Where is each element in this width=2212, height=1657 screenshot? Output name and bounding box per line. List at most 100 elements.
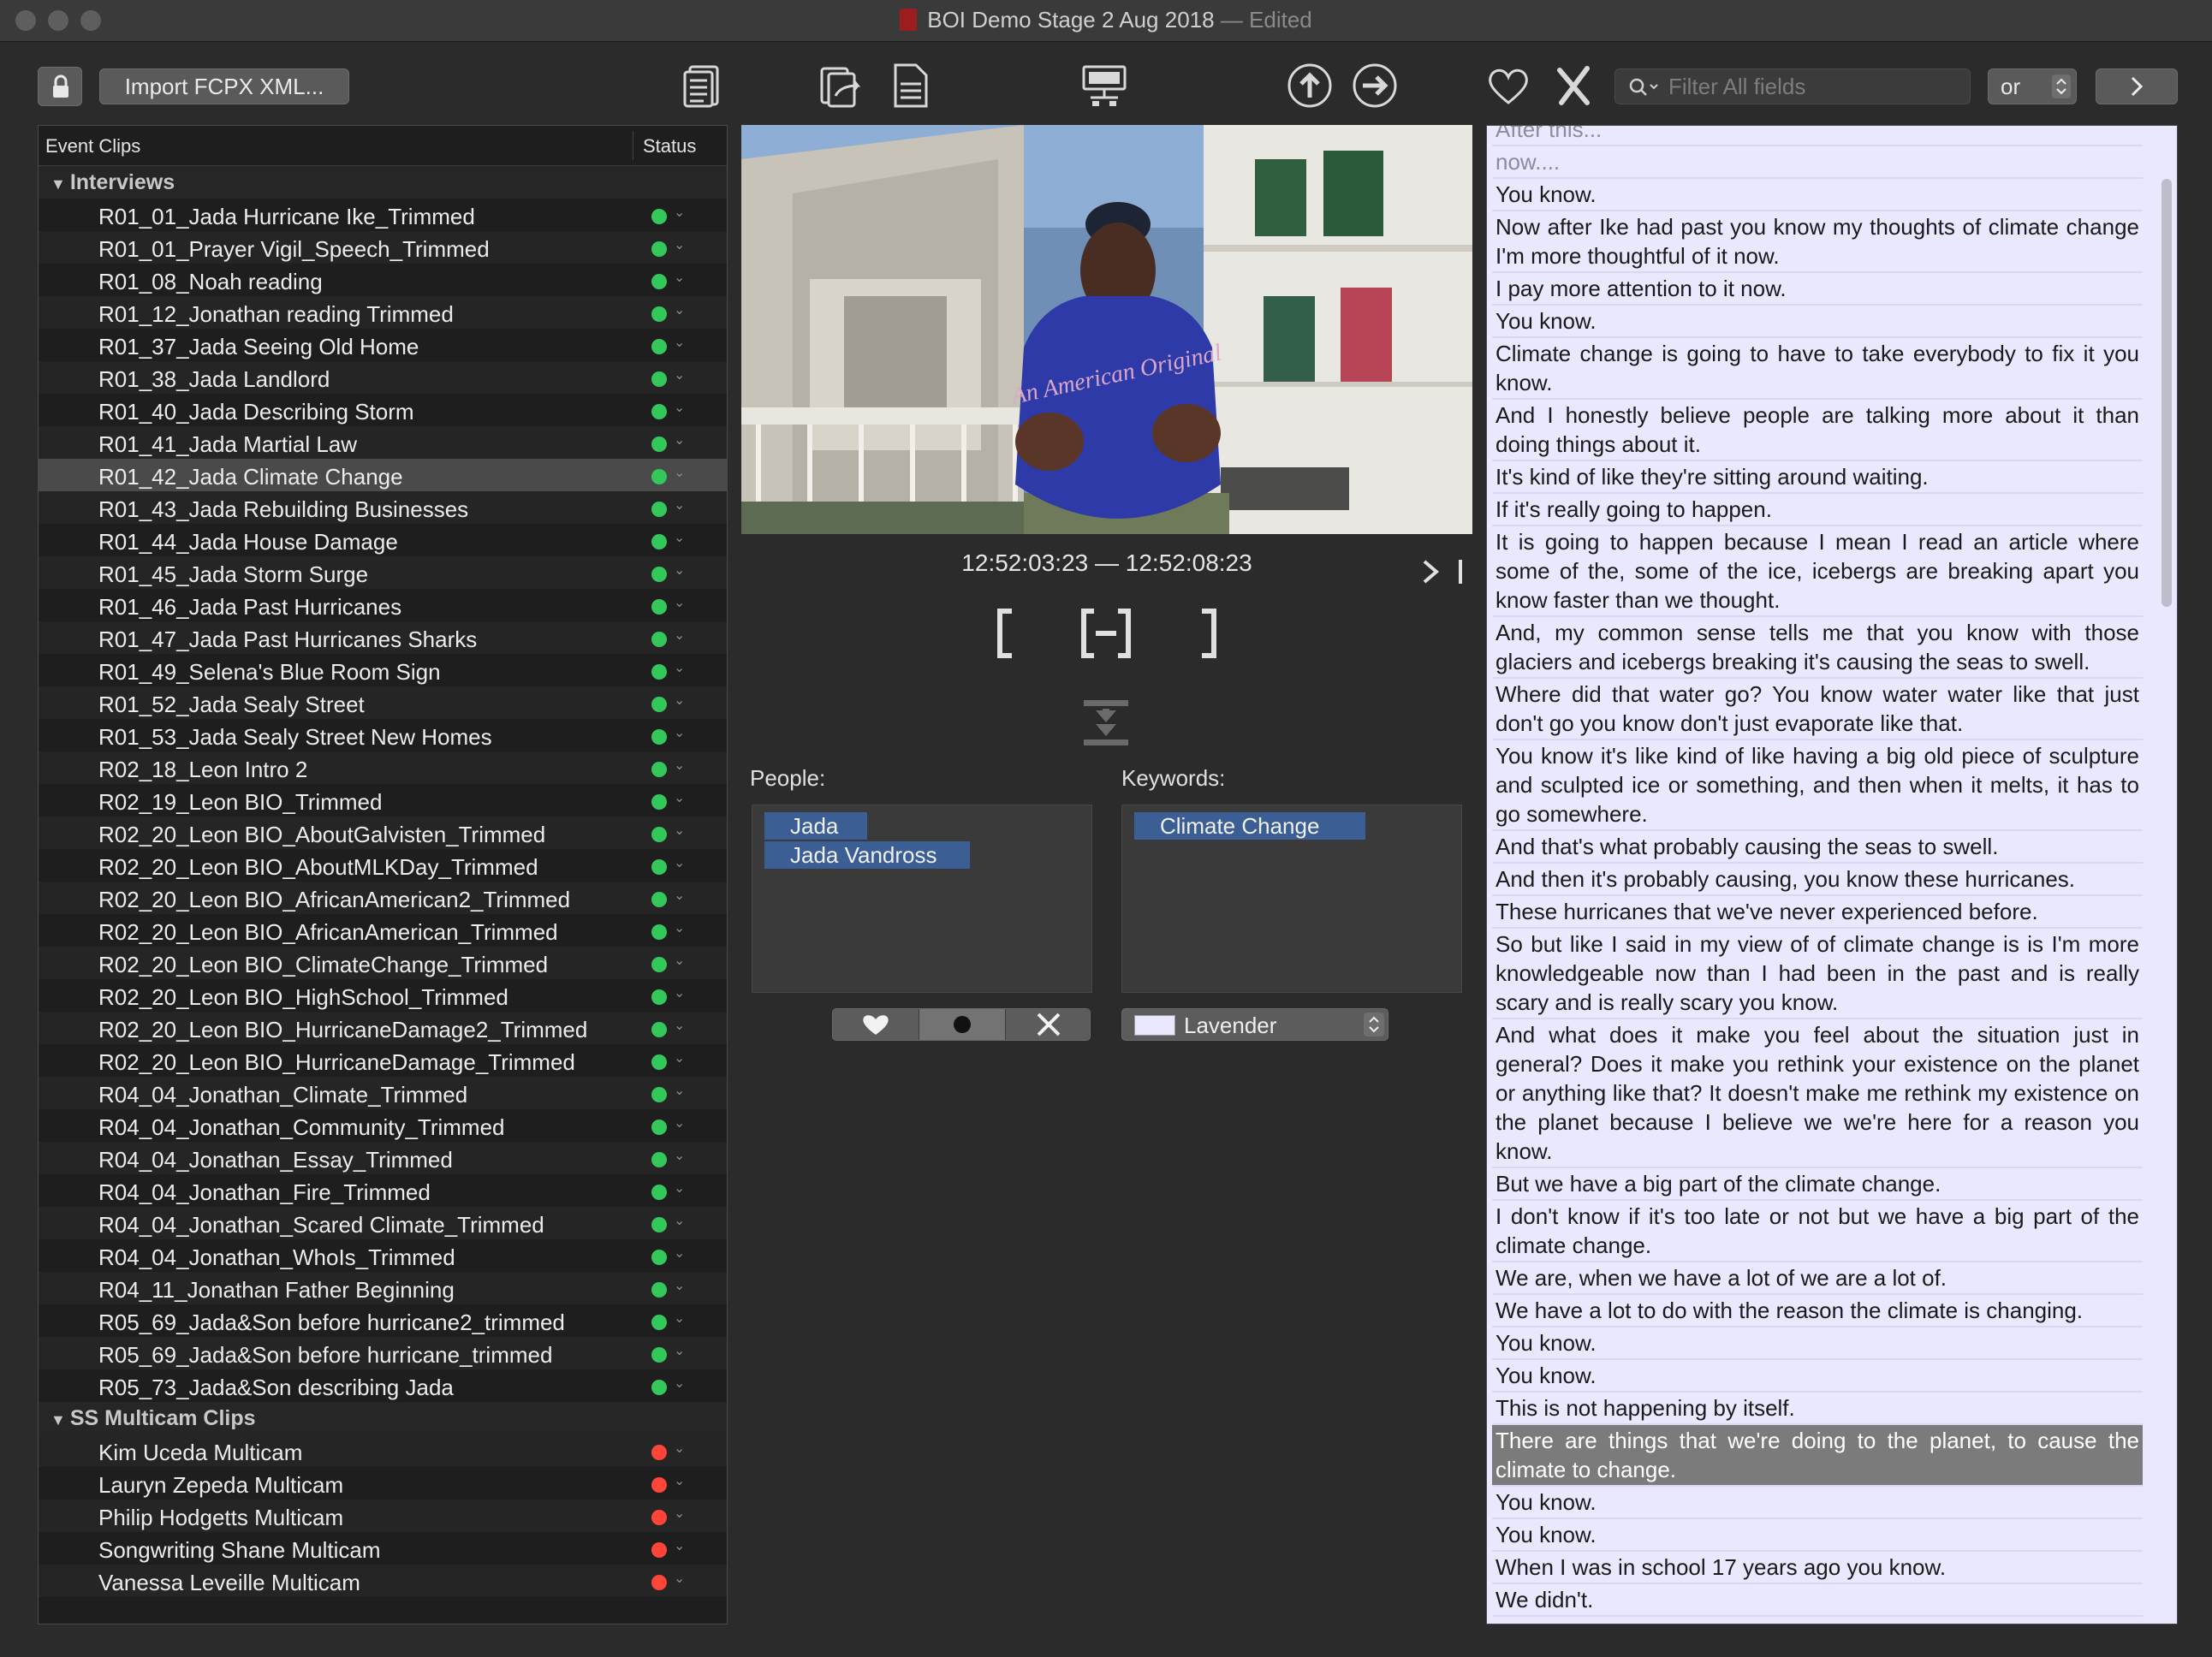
transcript-line[interactable]: You know. xyxy=(1492,306,2143,338)
status-chevron-icon[interactable]: ⌄ xyxy=(674,789,685,806)
mark-out-icon[interactable] xyxy=(1195,608,1221,659)
insert-down-icon[interactable] xyxy=(1080,697,1132,748)
clip-row[interactable]: R04_04_Jonathan_Essay_Trimmed ⌄ xyxy=(39,1142,727,1174)
status-chevron-icon[interactable]: ⌄ xyxy=(674,399,685,416)
clip-row[interactable]: R04_04_Jonathan_Fire_Trimmed ⌄ xyxy=(39,1174,727,1207)
status-chevron-icon[interactable]: ⌄ xyxy=(674,464,685,481)
transcript-line[interactable]: When I was in school 17 years ago you kn… xyxy=(1492,1552,2143,1584)
clip-row[interactable]: R01_49_Selena's Blue Room Sign ⌄ xyxy=(39,654,727,686)
status-chevron-icon[interactable]: ⌄ xyxy=(674,659,685,676)
people-tag[interactable]: Jada xyxy=(764,812,867,840)
transcript-line[interactable]: You know. xyxy=(1492,1360,2143,1393)
status-chevron-icon[interactable]: ⌄ xyxy=(674,1440,685,1457)
clip-row[interactable]: R02_20_Leon BIO_AboutMLKDay_Trimmed ⌄ xyxy=(39,849,727,882)
clip-row[interactable]: R02_20_Leon BIO_AfricanAmerican2_Trimmed… xyxy=(39,882,727,914)
status-chevron-icon[interactable]: ⌄ xyxy=(674,561,685,579)
group-row[interactable]: ▼ SS Multicam Clips xyxy=(39,1402,727,1434)
transcript-line[interactable]: We are, when we have a lot of we are a l… xyxy=(1492,1262,2143,1295)
people-token-field[interactable]: Jada Jada Vandross xyxy=(752,805,1092,993)
clip-row[interactable]: R02_20_Leon BIO_AboutGalvisten_Trimmed ⌄ xyxy=(39,817,727,849)
clip-row[interactable]: R01_45_Jada Storm Surge ⌄ xyxy=(39,556,727,589)
filter-search-field[interactable] xyxy=(1614,68,1971,104)
clip-row[interactable]: R02_20_Leon BIO_ClimateChange_Trimmed ⌄ xyxy=(39,947,727,979)
clip-row[interactable]: Lauryn Zepeda Multicam ⌄ xyxy=(39,1467,727,1500)
transcript-line[interactable]: It's kind of like they're sitting around… xyxy=(1492,461,2143,494)
clip-row[interactable]: R01_42_Jada Climate Change ⌄ xyxy=(39,459,727,491)
status-chevron-icon[interactable]: ⌄ xyxy=(674,1114,685,1131)
status-chevron-icon[interactable]: ⌄ xyxy=(674,1537,685,1554)
transcript-line[interactable]: It is going to happen because I mean I r… xyxy=(1492,526,2143,617)
lock-button[interactable] xyxy=(38,67,82,106)
clip-row[interactable]: R01_41_Jada Martial Law ⌄ xyxy=(39,426,727,459)
status-chevron-icon[interactable]: ⌄ xyxy=(674,1472,685,1489)
next-button[interactable] xyxy=(2096,68,2178,104)
clip-row[interactable]: R01_53_Jada Sealy Street New Homes ⌄ xyxy=(39,719,727,751)
arrow-right-circle-icon[interactable] xyxy=(1351,62,1399,110)
status-chevron-icon[interactable]: ⌄ xyxy=(674,529,685,546)
transcript-line[interactable]: Now after Ike had past you know my thoug… xyxy=(1492,211,2143,273)
clip-row[interactable]: R01_08_Noah reading ⌄ xyxy=(39,264,727,296)
clip-row[interactable]: R05_69_Jada&Son before hurricane_trimmed… xyxy=(39,1337,727,1369)
clip-row[interactable]: R02_20_Leon BIO_HurricaneDamage_Trimmed ⌄ xyxy=(39,1044,727,1077)
status-chevron-icon[interactable]: ⌄ xyxy=(674,1147,685,1164)
status-chevron-icon[interactable]: ⌄ xyxy=(674,431,685,448)
status-chevron-icon[interactable]: ⌄ xyxy=(674,301,685,318)
transcript-line[interactable]: And that's what probably causing the sea… xyxy=(1492,831,2143,864)
clip-row[interactable]: Songwriting Shane Multicam ⌄ xyxy=(39,1532,727,1565)
mark-clip-icon[interactable] xyxy=(1079,608,1133,659)
keyword-tag[interactable]: Climate Change xyxy=(1134,812,1365,840)
clip-row[interactable]: R01_40_Jada Describing Storm ⌄ xyxy=(39,394,727,426)
status-chevron-icon[interactable]: ⌄ xyxy=(674,204,685,221)
filter-input[interactable] xyxy=(1667,73,1961,100)
clip-row[interactable]: R05_69_Jada&Son before hurricane2_trimme… xyxy=(39,1304,727,1337)
status-chevron-icon[interactable]: ⌄ xyxy=(674,1017,685,1034)
scroll-thumb[interactable] xyxy=(2161,179,2172,607)
reject-segment[interactable] xyxy=(1005,1009,1090,1040)
transcript-line[interactable]: We didn't. xyxy=(1492,1584,2143,1617)
clip-row[interactable]: R01_01_Prayer Vigil_Speech_Trimmed ⌄ xyxy=(39,231,727,264)
transcript-line[interactable]: I pay more attention to it now. xyxy=(1492,273,2143,306)
transcript-line[interactable]: And, my common sense tells me that you k… xyxy=(1492,617,2143,679)
status-chevron-icon[interactable]: ⌄ xyxy=(674,757,685,774)
clip-row[interactable]: R04_04_Jonathan_Community_Trimmed ⌄ xyxy=(39,1109,727,1142)
arrow-up-circle-icon[interactable] xyxy=(1286,62,1334,110)
favorite-segment[interactable] xyxy=(833,1009,919,1040)
document-list-icon[interactable] xyxy=(680,62,728,110)
column-status[interactable]: Status xyxy=(643,135,696,157)
event-clips-browser[interactable]: Event Clips Status ▼ Interviews R01_01_Ja… xyxy=(38,125,728,1624)
keywords-token-field[interactable]: Climate Change xyxy=(1121,805,1462,993)
clip-row[interactable]: R01_37_Jada Seeing Old Home ⌄ xyxy=(39,329,727,361)
go-to-end-icon[interactable] xyxy=(1419,555,1467,589)
group-row[interactable]: ▼ Interviews xyxy=(39,166,727,199)
transcript-line[interactable]: And then it's probably causing, you know… xyxy=(1492,864,2143,896)
status-chevron-icon[interactable]: ⌄ xyxy=(674,887,685,904)
status-chevron-icon[interactable]: ⌄ xyxy=(674,952,685,969)
document-proxy-icon[interactable] xyxy=(900,9,918,31)
transcript-line[interactable]: And what does it make you feel about the… xyxy=(1492,1019,2143,1168)
status-chevron-icon[interactable]: ⌄ xyxy=(674,1277,685,1294)
transcript-line[interactable]: You know. xyxy=(1492,1487,2143,1519)
clip-row[interactable]: R05_73_Jada&Son describing Jada ⌄ xyxy=(39,1369,727,1402)
status-chevron-icon[interactable]: ⌄ xyxy=(674,334,685,351)
status-chevron-icon[interactable]: ⌄ xyxy=(674,627,685,644)
document-icon[interactable] xyxy=(887,62,935,110)
clip-row[interactable]: R04_04_Jonathan_Scared Climate_Trimmed ⌄ xyxy=(39,1207,727,1239)
status-chevron-icon[interactable]: ⌄ xyxy=(674,1342,685,1359)
transcript-line[interactable]: These hurricanes that we've never experi… xyxy=(1492,896,2143,929)
clip-row[interactable]: R01_46_Jada Past Hurricanes ⌄ xyxy=(39,589,727,621)
clip-row[interactable]: R01_44_Jada House Damage ⌄ xyxy=(39,524,727,556)
status-chevron-icon[interactable]: ⌄ xyxy=(674,269,685,286)
clip-row[interactable]: R02_20_Leon BIO_HurricaneDamage2_Trimmed… xyxy=(39,1012,727,1044)
neutral-segment[interactable] xyxy=(919,1009,1005,1040)
status-chevron-icon[interactable]: ⌄ xyxy=(674,1212,685,1229)
status-chevron-icon[interactable]: ⌄ xyxy=(674,1082,685,1099)
clip-row[interactable]: R02_19_Leon BIO_Trimmed ⌄ xyxy=(39,784,727,817)
clip-row[interactable]: R04_04_Jonathan_WhoIs_Trimmed ⌄ xyxy=(39,1239,727,1272)
status-chevron-icon[interactable]: ⌄ xyxy=(674,1505,685,1522)
status-chevron-icon[interactable]: ⌄ xyxy=(674,1244,685,1262)
transcript-line[interactable]: Climate change is going to have to take … xyxy=(1492,338,2143,400)
people-tag[interactable]: Jada Vandross xyxy=(764,841,970,869)
transcript-line[interactable]: You know. xyxy=(1492,179,2143,211)
clip-row[interactable]: R04_04_Jonathan_Climate_Trimmed ⌄ xyxy=(39,1077,727,1109)
clip-row[interactable]: Kim Uceda Multicam ⌄ xyxy=(39,1434,727,1467)
